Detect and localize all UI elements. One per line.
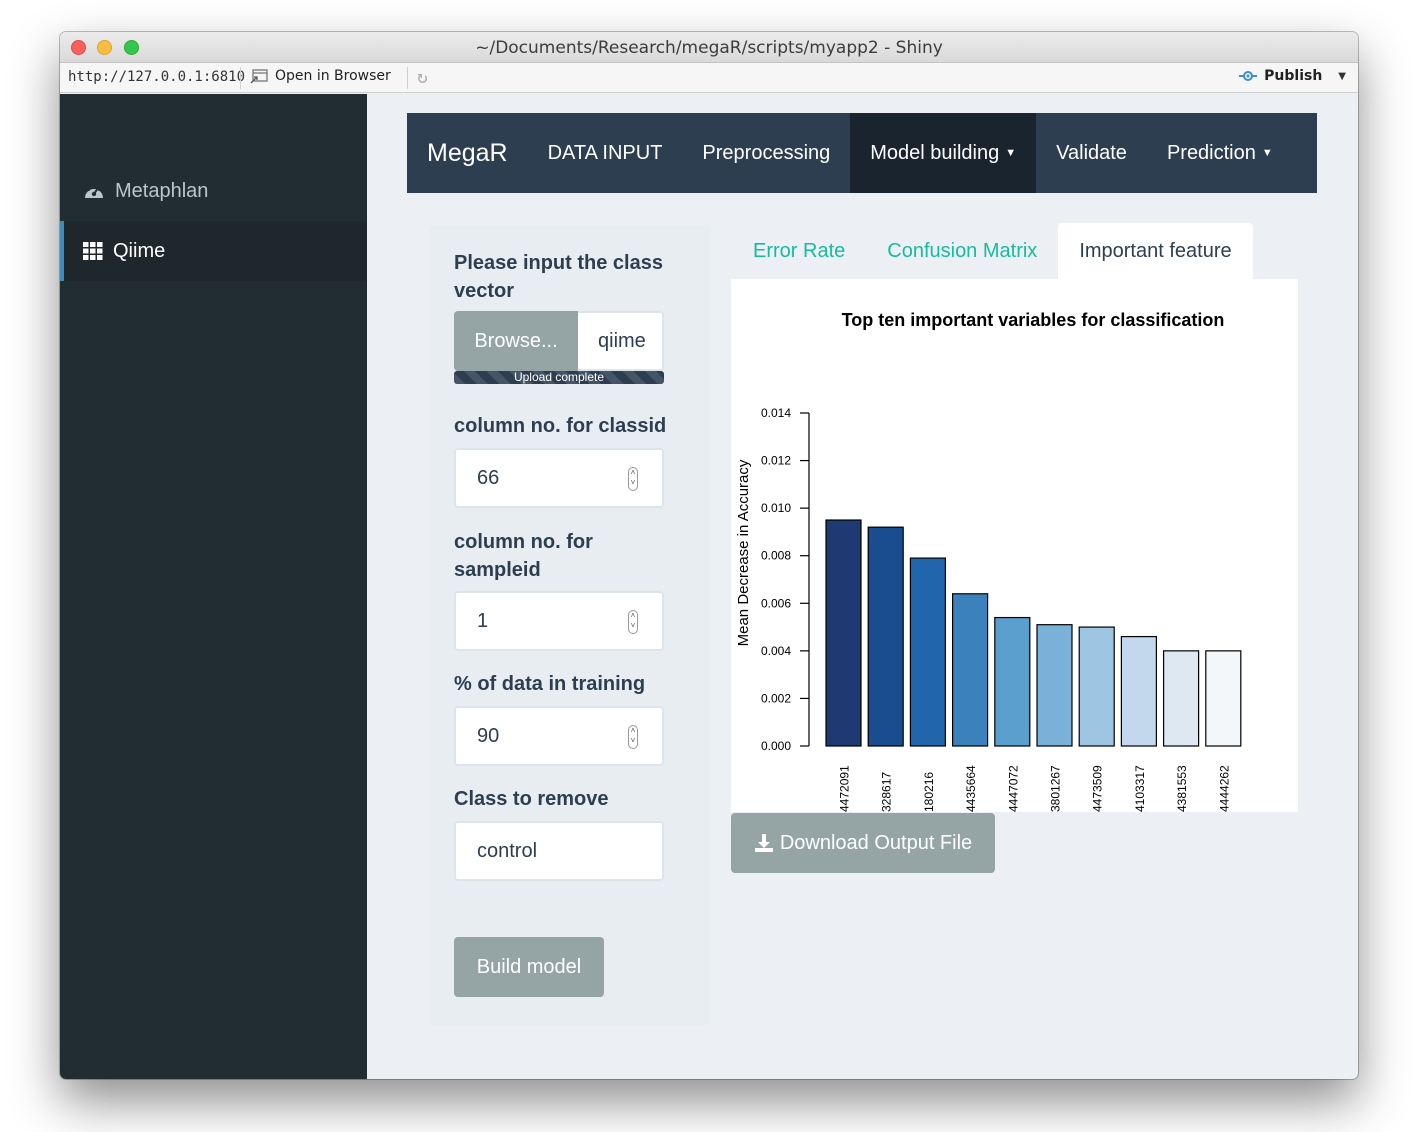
app-window: ~/Documents/Research/megaR/scripts/myapp… [60, 32, 1358, 1079]
title-bar: ~/Documents/Research/megaR/scripts/myapp… [60, 32, 1358, 63]
nav-label: DATA INPUT [547, 141, 663, 164]
download-icon [754, 834, 773, 852]
chart-x-tick-label: OTU_4444262 [1217, 765, 1231, 812]
download-output-button[interactable]: Download Output File [731, 813, 995, 873]
classid-label: column no. for classid [454, 415, 667, 437]
open-in-browser-label: Open in Browser [275, 68, 391, 84]
file-name-field[interactable]: qiime [578, 311, 664, 371]
chart-y-tick-label: 0.004 [761, 644, 791, 658]
chevron-down-icon[interactable]: ▼ [1338, 71, 1346, 82]
browse-button[interactable]: Browse... [454, 311, 578, 371]
nav-preprocessing[interactable]: Preprocessing [682, 113, 850, 193]
chart-bar [1036, 624, 1073, 747]
chart-bar [952, 593, 989, 747]
nav-label: Model building [870, 141, 1000, 164]
nav-data-input[interactable]: DATA INPUT [528, 113, 683, 193]
training-label: % of data in training [454, 673, 646, 695]
chart-bar [994, 616, 1031, 747]
chart-bar [867, 526, 904, 747]
chart-x-tick-label: OTU_3801267 [1049, 765, 1063, 812]
classid-value: 66 [477, 466, 500, 489]
grid-icon [83, 242, 103, 260]
nav-label: Prediction [1166, 141, 1256, 164]
sidebar: Metaphlan Qiime [60, 94, 367, 1079]
classid-input[interactable]: 66 ˄ ˅ [454, 448, 664, 508]
sidebar-item-label: Qiime [113, 239, 166, 262]
sidebar-item-label: Metaphlan [115, 179, 209, 202]
build-model-button[interactable]: Build model [454, 937, 604, 997]
chart-x-tick-label: OTU_4381553 [1175, 765, 1189, 812]
chart-x-tick-label: OTU_4447072 [1006, 765, 1020, 812]
spinner-icon[interactable]: ˄ ˅ [628, 610, 638, 634]
class-vector-label: Please input the class vector [454, 252, 663, 302]
plot-area: Top ten important variables for classifi… [731, 279, 1298, 844]
publish-label: Publish [1264, 68, 1323, 84]
nav-model-building[interactable]: Model building ▼ [850, 113, 1037, 193]
chart-y-tick-label: 0.002 [761, 691, 791, 705]
chart-bar [825, 519, 862, 747]
chart-bar [909, 557, 946, 747]
class-remove-input[interactable]: control [454, 821, 664, 881]
nav-label: Preprocessing [702, 141, 831, 164]
sidebar-item-qiime[interactable]: Qiime [60, 221, 367, 281]
sidebar-item-metaphlan[interactable]: Metaphlan [60, 161, 367, 221]
chevron-down-icon: ▼ [1261, 147, 1273, 159]
class-remove-label: Class to remove [454, 788, 609, 810]
toolbar: http://127.0.0.1:6810 Open in Browser ↻ … [60, 63, 1358, 93]
sampleid-input[interactable]: 1 ˄ ˅ [454, 591, 664, 651]
chart-bar [1205, 650, 1242, 747]
toolbar-divider [240, 67, 241, 89]
chart-x-tick-label: OTU_4472091 [838, 765, 852, 812]
tab-important-feature[interactable]: Important feature [1058, 223, 1253, 279]
importance-bar-chart: Top ten important variables for classifi… [735, 310, 1242, 844]
chart-bar [1163, 650, 1200, 747]
file-upload: Browse... qiime [454, 311, 664, 371]
chart-y-tick-label: 0.008 [761, 549, 791, 563]
browser-icon [250, 68, 268, 83]
open-in-browser-button[interactable]: Open in Browser [250, 68, 391, 84]
training-input[interactable]: 90 ˄ ˅ [454, 706, 664, 766]
chart-x-tick-label: OTU_180216 [922, 772, 936, 812]
chart-bar [1120, 635, 1157, 747]
download-label: Download Output File [779, 831, 973, 854]
publish-button[interactable]: Publish ▼ [1238, 68, 1346, 84]
url-text[interactable]: http://127.0.0.1:6810 [68, 69, 245, 85]
chart-bar [1078, 626, 1115, 747]
chart-x-tick-label: OTU_4103317 [1133, 765, 1147, 812]
sampleid-label: column no. for sampleid [454, 531, 593, 581]
dashboard-icon [85, 186, 103, 198]
chart-x-tick-label: OTU_328617 [880, 772, 894, 812]
tab-error-rate[interactable]: Error Rate [732, 223, 866, 279]
upload-progress-bar: Upload complete [454, 371, 664, 384]
chart-y-tick-label: 0.010 [761, 501, 791, 515]
publish-icon [1239, 71, 1258, 81]
chart-x-tick-label: OTU_4435664 [964, 765, 978, 812]
nav-validate[interactable]: Validate [1036, 113, 1147, 193]
training-value: 90 [477, 724, 500, 747]
spinner-icon[interactable]: ˄ ˅ [628, 467, 638, 491]
chart-x-tick-label: OTU_4473509 [1091, 765, 1105, 812]
tab-confusion-matrix[interactable]: Confusion Matrix [866, 223, 1058, 279]
spinner-icon[interactable]: ˄ ˅ [628, 725, 638, 749]
chart-y-axis-label: Mean Decrease in Accuracy [735, 459, 752, 646]
chart-y-tick-label: 0.014 [761, 406, 791, 420]
chart-title: Top ten important variables for classifi… [842, 310, 1225, 330]
refresh-icon[interactable]: ↻ [417, 67, 428, 88]
top-navbar: MegaR DATA INPUT Preprocessing Model bui… [407, 113, 1317, 193]
toolbar-divider [407, 67, 408, 89]
sampleid-value: 1 [477, 609, 489, 632]
window-title: ~/Documents/Research/megaR/scripts/myapp… [475, 38, 943, 58]
chart-y-tick-label: 0.012 [761, 454, 791, 468]
nav-prediction[interactable]: Prediction ▼ [1147, 113, 1293, 193]
chart-y-tick-label: 0.000 [761, 739, 791, 753]
chart-x-tick-labels: OTU_4472091 OTU_328617 OTU_180216 OTU_44356… [838, 765, 1232, 844]
chevron-down-icon: ▼ [1005, 147, 1017, 159]
brand-logo-text[interactable]: MegaR [407, 139, 528, 168]
chart-bars [825, 519, 1242, 747]
nav-label: Validate [1056, 141, 1127, 164]
class-remove-value: control [477, 839, 538, 862]
chart-y-tick-label: 0.006 [761, 596, 791, 610]
chart-y-axis: 0.000 0.002 0.004 0.006 0.008 0.010 0.012 0.014 [761, 406, 810, 753]
output-tabs: Error Rate Confusion Matrix Important fe… [732, 223, 1253, 279]
